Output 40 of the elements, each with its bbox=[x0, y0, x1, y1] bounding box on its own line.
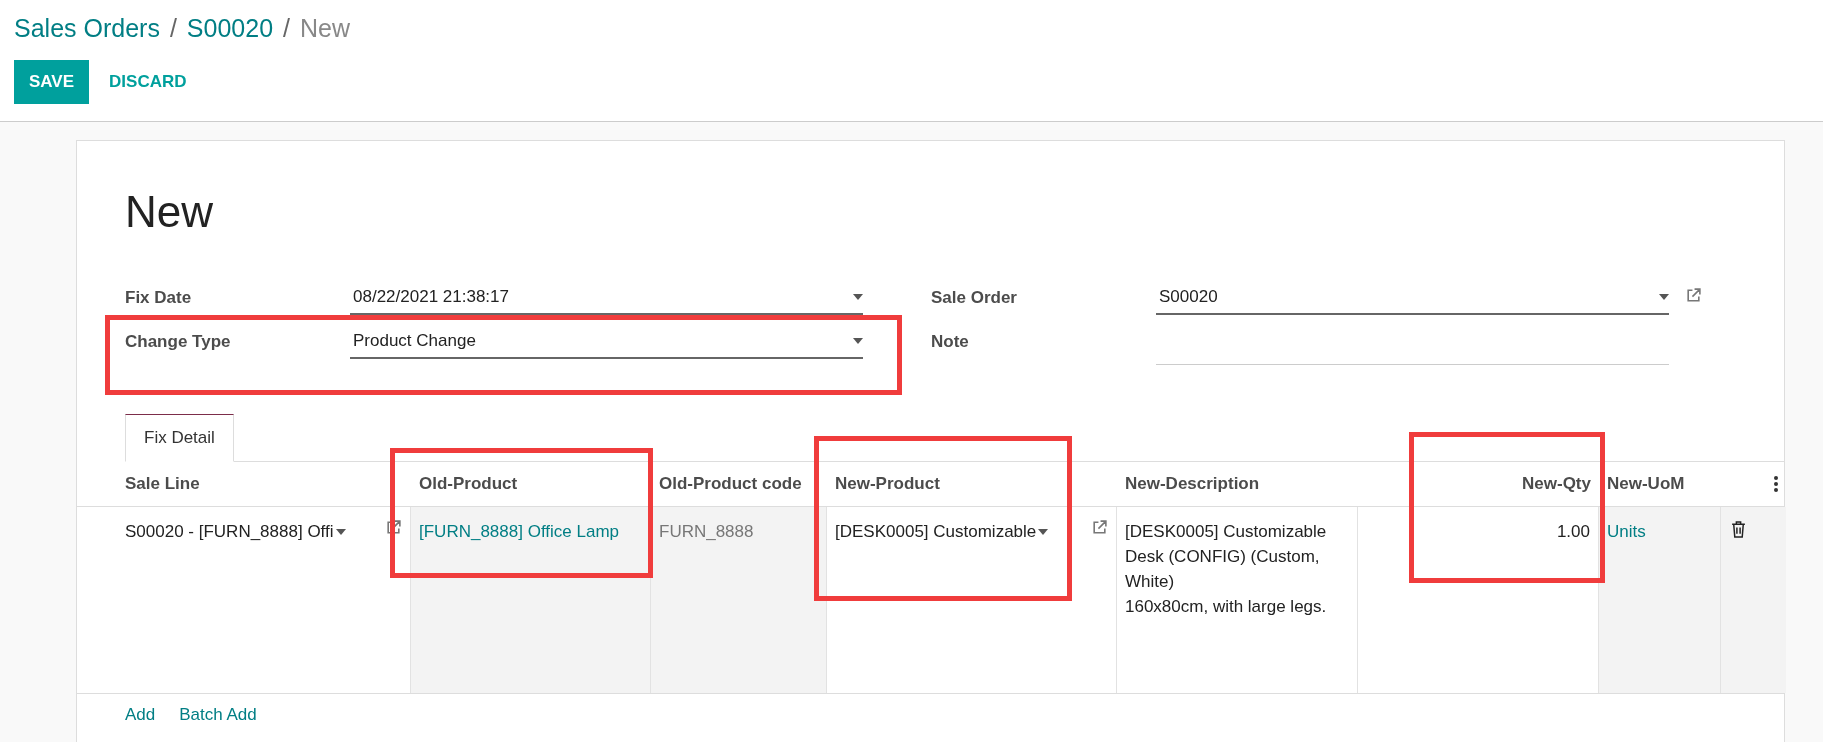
dropdown-field[interactable]: 08/22/2021 21:38:17 bbox=[350, 281, 863, 315]
breadcrumb-separator: / bbox=[283, 13, 290, 44]
dropdown-field[interactable]: Product Change bbox=[350, 325, 863, 359]
field-label: Change Type bbox=[125, 331, 232, 353]
product-link[interactable]: Units bbox=[1607, 522, 1646, 541]
breadcrumb-separator: / bbox=[169, 13, 177, 44]
field-label: Fix Date bbox=[125, 287, 193, 309]
breadcrumb-link[interactable]: S00020 bbox=[186, 10, 274, 48]
column-header[interactable]: New-Product bbox=[835, 471, 940, 497]
product-link[interactable]: [FURN_8888] Office Lamp bbox=[419, 522, 619, 541]
record-title: New bbox=[125, 189, 215, 235]
add-link[interactable]: Batch Add bbox=[179, 702, 257, 728]
caret-icon bbox=[853, 338, 863, 344]
caret-icon bbox=[335, 528, 346, 535]
dropdown-field[interactable]: S00020 bbox=[1156, 281, 1669, 315]
dropdown-field[interactable]: [DESK0005] Customizable bbox=[835, 519, 1083, 545]
external-link-icon[interactable] bbox=[1091, 519, 1108, 536]
table-cell-text: FURN_8888 bbox=[659, 522, 754, 541]
field-label: Sale Order bbox=[931, 287, 1018, 309]
breadcrumb-link[interactable]: Sales Orders bbox=[14, 10, 160, 48]
dropdown-field[interactable]: S00020 - [FURN_8888] Offi bbox=[125, 519, 377, 545]
more-options-icon[interactable] bbox=[1774, 476, 1778, 492]
quantity-text: 1.00 bbox=[1556, 522, 1590, 541]
column-header[interactable]: Old-Product bbox=[419, 471, 518, 497]
caret-icon bbox=[1659, 294, 1669, 300]
column-header[interactable]: Old-Product code bbox=[659, 471, 802, 497]
column-header[interactable]: Sale Line bbox=[125, 471, 200, 497]
column-header[interactable]: New-Description bbox=[1125, 471, 1260, 497]
trash-icon[interactable] bbox=[1731, 521, 1746, 538]
caret-icon bbox=[853, 294, 863, 300]
description-text: [DESK0005] Customizable Desk (CONFIG) (Custom, White) 160x80cm, with large legs. bbox=[1125, 521, 1328, 618]
column-header[interactable]: New-Qty bbox=[1522, 471, 1591, 497]
field-label: Note bbox=[931, 331, 970, 353]
external-link-icon[interactable] bbox=[1685, 287, 1702, 304]
caret-icon bbox=[1038, 528, 1049, 535]
external-link-icon[interactable] bbox=[385, 519, 402, 536]
column-header[interactable]: New-UoM bbox=[1607, 471, 1685, 497]
breadcrumb-current: New bbox=[300, 13, 350, 44]
tab[interactable]: Fix Detail bbox=[125, 414, 234, 462]
add-link[interactable]: Add bbox=[125, 702, 156, 728]
